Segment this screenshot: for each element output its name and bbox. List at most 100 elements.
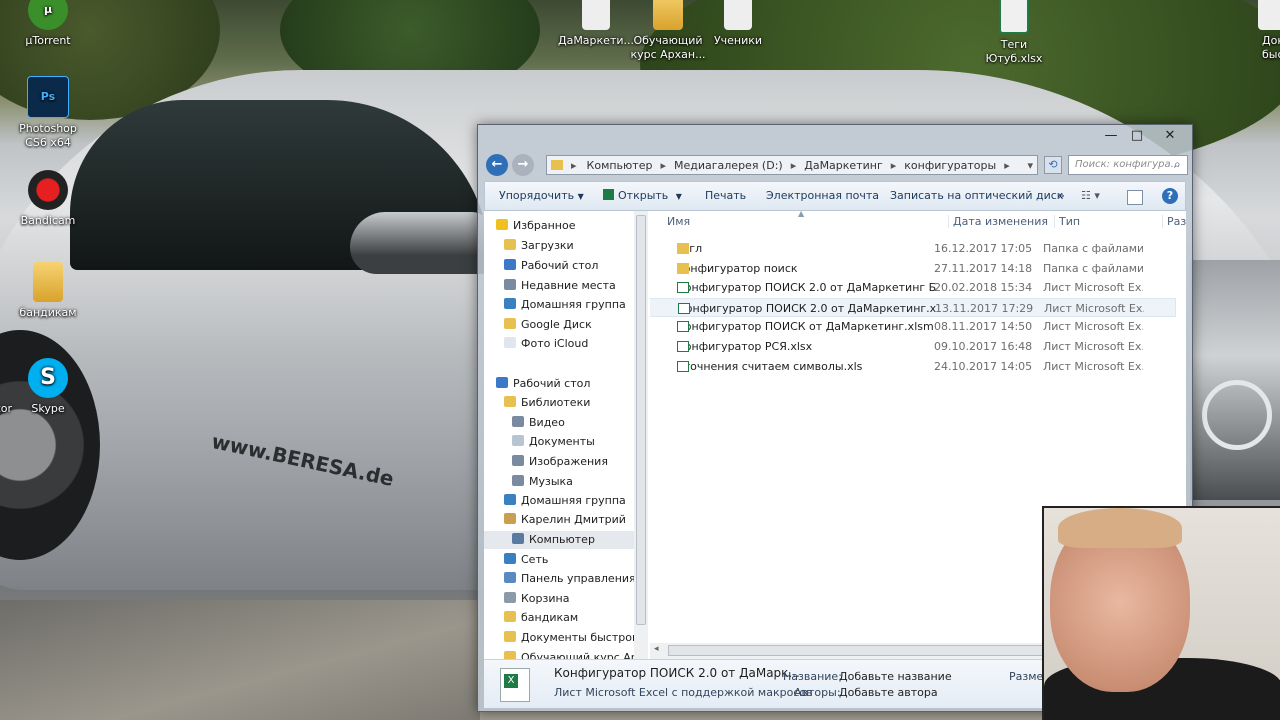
nav-item[interactable]: бандикам bbox=[504, 609, 578, 627]
nav-item[interactable]: Сеть bbox=[504, 551, 548, 569]
details-title-value[interactable]: Добавьте название bbox=[839, 670, 952, 683]
open-button[interactable]: Открыть ▼ bbox=[603, 189, 682, 202]
breadcrumb-drive[interactable]: Медиагалерея (D:) bbox=[674, 159, 783, 172]
nav-item[interactable]: Google Диск bbox=[504, 316, 592, 334]
email-button[interactable]: Электронная почта bbox=[766, 189, 879, 202]
address-dropdown-icon[interactable]: ▾ bbox=[1027, 159, 1033, 172]
document-icon bbox=[1258, 0, 1280, 30]
nav-item[interactable]: Фото iCloud bbox=[504, 335, 588, 353]
close-button[interactable]: ✕ bbox=[1150, 127, 1190, 145]
desktop-icon-label: tor bbox=[0, 402, 12, 415]
breadcrumb-computer[interactable]: Компьютер bbox=[587, 159, 653, 172]
print-button[interactable]: Печать bbox=[705, 189, 746, 202]
nav-item-label: Фото iCloud bbox=[521, 337, 589, 350]
chevron-down-icon: ▼ bbox=[675, 192, 682, 201]
file-date: 08.11.2017 14:50 bbox=[934, 320, 1033, 334]
column-header-size[interactable]: Разме bbox=[1162, 215, 1186, 228]
skype-icon: S bbox=[28, 358, 68, 398]
minimize-button[interactable]: — bbox=[1098, 127, 1124, 145]
back-button[interactable]: ← bbox=[486, 154, 508, 176]
nav-item[interactable]: Домашняя группа bbox=[504, 492, 626, 510]
nav-item-label: Домашняя группа bbox=[521, 298, 626, 311]
folder-icon bbox=[504, 631, 516, 642]
nav-item[interactable]: Карелин Дмитрий bbox=[504, 511, 626, 529]
maximize-button[interactable]: □ bbox=[1124, 127, 1150, 145]
nav-item[interactable]: Документы быстрого bbox=[504, 629, 634, 647]
file-type: Папка с файлами bbox=[1043, 261, 1143, 275]
refresh-button[interactable]: ⟲ bbox=[1044, 156, 1062, 174]
shortcut-icon bbox=[0, 358, 12, 398]
more-commands-button[interactable]: » bbox=[1058, 189, 1065, 202]
file-row[interactable]: Конфигуратор ПОИСК 2.0 от ДаМаркетинг.xl… bbox=[650, 297, 1176, 317]
help-icon[interactable]: ? bbox=[1162, 188, 1178, 204]
preview-pane-icon[interactable] bbox=[1127, 190, 1143, 205]
search-input[interactable]: Поиск: конфигура... bbox=[1068, 155, 1188, 175]
breadcrumb-configurators[interactable]: конфигураторы bbox=[904, 159, 996, 172]
desktop-icon-tor[interactable]: tor bbox=[0, 358, 12, 416]
file-row[interactable]: Конфигуратор ПОИСК 2.0 от ДаМаркетинг БЕ… bbox=[650, 278, 1176, 297]
column-header-name[interactable]: Имя bbox=[667, 215, 690, 228]
desktop-icon-skype[interactable]: S Skype bbox=[8, 358, 88, 416]
nav-item[interactable]: Рабочий стол bbox=[504, 257, 598, 275]
details-authors-value[interactable]: Добавьте автора bbox=[839, 686, 938, 699]
file-row[interactable]: Конфигуратор РСЯ.xlsx 09.10.2017 16:48 Лис… bbox=[650, 337, 1176, 356]
scrollbar-thumb[interactable] bbox=[636, 215, 646, 625]
nav-item-label: Панель управления bbox=[521, 572, 635, 585]
desktop-icon-damarketing[interactable]: ДаМаркети... bbox=[556, 0, 636, 48]
desktop-icon-students[interactable]: Ученики bbox=[698, 0, 778, 48]
desktop-icon-bandicam[interactable]: Bandicam bbox=[8, 170, 88, 228]
nav-item[interactable]: Корзина bbox=[504, 590, 569, 608]
file-type: Лист Microsoft Ex... bbox=[1043, 359, 1143, 373]
file-row[interactable]: конфигуратор поиск 27.11.2017 14:18 Папка … bbox=[650, 259, 1176, 278]
file-type: Лист Microsoft Ex... bbox=[1043, 281, 1143, 295]
nav-item[interactable]: Недавние места bbox=[504, 277, 616, 295]
network-icon bbox=[504, 553, 516, 564]
downloads-icon bbox=[504, 239, 516, 250]
nav-item[interactable]: Домашняя группа bbox=[504, 296, 626, 314]
desktop-icon-utorrent[interactable]: µ µTorrent bbox=[8, 0, 88, 48]
nav-item[interactable]: Панель управления bbox=[504, 570, 635, 588]
nav-item[interactable]: Документы bbox=[512, 433, 595, 451]
nav-item[interactable]: Рабочий стол bbox=[496, 375, 590, 393]
nav-item[interactable]: Компьютер bbox=[484, 531, 634, 549]
navigation-scrollbar[interactable] bbox=[634, 211, 648, 659]
excel-icon bbox=[603, 189, 614, 200]
column-header-type[interactable]: Тип bbox=[1054, 215, 1080, 228]
view-options-icon[interactable]: ☷ ▾ bbox=[1081, 189, 1100, 202]
nav-item[interactable]: Изображения bbox=[512, 453, 608, 471]
excel-icon bbox=[677, 341, 689, 352]
desktop-icon-photoshop[interactable]: Ps Photoshop CS6 x64 bbox=[8, 76, 88, 150]
desktop-icon-label: Skype bbox=[31, 402, 65, 415]
title-bar[interactable]: — □ ✕ bbox=[478, 125, 1192, 153]
nav-item-label: Избранное bbox=[513, 219, 576, 232]
star-icon bbox=[496, 219, 508, 230]
scroll-left-icon[interactable]: ◂ bbox=[654, 644, 659, 654]
file-row[interactable]: Уточнения считаем символы.xls 24.10.2017 … bbox=[650, 357, 1176, 376]
nav-item[interactable]: Музыка bbox=[512, 473, 573, 491]
file-date: 24.10.2017 14:05 bbox=[934, 359, 1033, 373]
nav-item[interactable]: Обучающий курс Арх bbox=[504, 649, 634, 659]
desktop-icon-bandicam-folder[interactable]: бандикам bbox=[8, 262, 88, 320]
navigation-pane: Избранное Загрузки Рабочий стол Недавние ме… bbox=[484, 211, 635, 659]
breadcrumb-damarketing[interactable]: ДаМаркетинг bbox=[804, 159, 883, 172]
excel-icon bbox=[678, 302, 690, 314]
recycle-bin-icon bbox=[504, 592, 516, 603]
organize-button[interactable]: Упорядочить ▼ bbox=[499, 189, 584, 202]
forward-button[interactable]: → bbox=[512, 154, 534, 176]
nav-item[interactable]: Избранное bbox=[496, 217, 575, 235]
address-bar[interactable]: ▸ Компьютер ▸ Медиагалерея (D:) ▸ ДаМарк… bbox=[546, 155, 1038, 175]
details-authors-label: Авторы: bbox=[794, 686, 841, 699]
desktop-icon-docs[interactable]: Доку быст bbox=[1232, 0, 1280, 62]
nav-item[interactable]: Библиотеки bbox=[504, 394, 590, 412]
desktop-icon-tags-xlsx[interactable]: Теги Ютуб.xlsx bbox=[974, 0, 1054, 66]
nav-item-label: Загрузки bbox=[521, 239, 574, 252]
nav-item-label: Изображения bbox=[529, 455, 608, 468]
column-header-date[interactable]: Дата изменения bbox=[948, 215, 1048, 228]
nav-item[interactable]: Загрузки bbox=[504, 237, 574, 255]
burn-disc-button[interactable]: Записать на оптический диск bbox=[890, 189, 1063, 202]
breadcrumb-sep: ▸ bbox=[790, 158, 797, 172]
desktop-icon-course-folder[interactable]: Обучающий курс Архан... bbox=[628, 0, 708, 62]
nav-item[interactable]: Видео bbox=[512, 414, 565, 432]
file-row[interactable]: гугл 16.12.2017 17:05 Папка с файлами bbox=[650, 239, 1176, 258]
file-row[interactable]: Конфигуратор ПОИСК от ДаМаркетинг.xlsm 08… bbox=[650, 317, 1176, 336]
